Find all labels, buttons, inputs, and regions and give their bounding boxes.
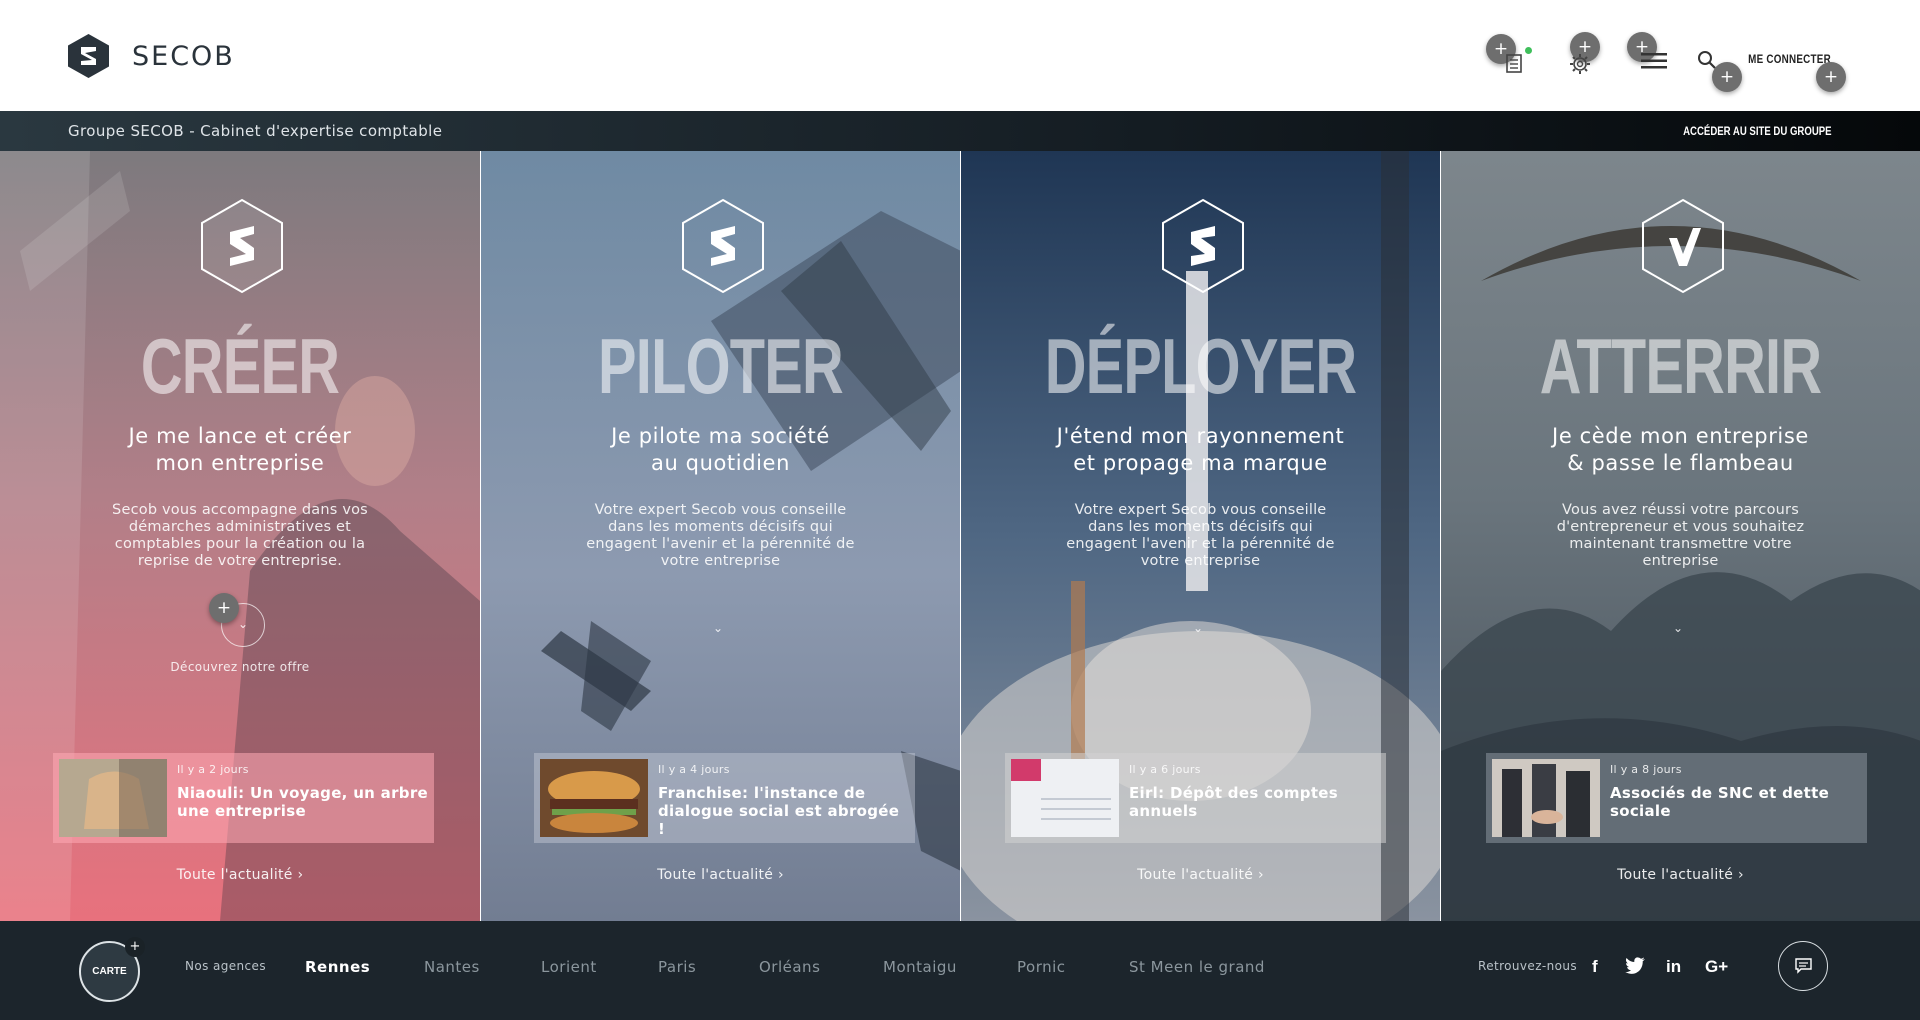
news-date: Il y a 4 jours [658, 763, 730, 776]
site-header: SECOB + + + + ME CONNECTER + [0, 0, 1920, 111]
brand-name: SECOB [132, 40, 235, 72]
agency-link-montaigu[interactable]: Montaigu [883, 958, 957, 976]
chevron-right-icon: › [777, 867, 784, 883]
panel-atterrir[interactable]: ATTERRIR Je cède mon entreprise & passe … [1440, 151, 1920, 921]
panel-subtitle: Je me lance et créer mon entreprise [128, 424, 352, 475]
chevron-right-icon: › [1737, 867, 1744, 883]
chat-button[interactable] [1778, 941, 1828, 991]
menu-icon[interactable] [1641, 52, 1667, 70]
chevron-right-icon: › [297, 867, 304, 883]
agency-link-paris[interactable]: Paris [658, 958, 696, 976]
document-icon[interactable] [1505, 52, 1525, 74]
panel-piloter[interactable]: PILOTER Je pilote ma société au quotidie… [480, 151, 960, 921]
plus-marker[interactable]: + [125, 937, 145, 957]
panel-subtitle: Je pilote ma société au quotidien [611, 424, 830, 475]
offer-panels: CRÉER Je me lance et créer mon entrepris… [0, 151, 1920, 921]
all-news-link[interactable]: Toute l'actualité › [961, 867, 1440, 883]
creer-logo-icon [201, 198, 283, 294]
panel-title: CRÉER [140, 322, 340, 410]
news-thumbnail [1011, 759, 1119, 837]
group-title: Groupe SECOB - Cabinet d'expertise compt… [68, 122, 443, 140]
panel-title: DÉPLOYER [1044, 322, 1357, 410]
group-site-link[interactable]: ACCÉDER AU SITE DU GROUPE [1684, 124, 1832, 138]
plus-marker[interactable]: + [209, 593, 239, 623]
all-news-link[interactable]: Toute l'actualité › [0, 867, 480, 883]
chat-icon [1795, 958, 1812, 974]
panel-description: Votre expert Secob vous conseille dans l… [586, 502, 855, 569]
google-plus-icon[interactable]: G+ [1705, 957, 1728, 977]
piloter-logo-icon [682, 198, 764, 294]
all-news-link[interactable]: Toute l'actualité › [481, 867, 960, 883]
gear-icon[interactable] [1569, 53, 1591, 75]
news-card[interactable]: Il y a 4 jours Franchise: l'instance de … [534, 753, 915, 843]
agencies-label: Nos agences [185, 959, 266, 973]
agency-link-pornic[interactable]: Pornic [1017, 958, 1066, 976]
linkedin-icon[interactable]: in [1666, 957, 1681, 977]
panel-title: PILOTER [598, 322, 844, 410]
news-thumbnail [59, 759, 167, 837]
agency-link-rennes[interactable]: Rennes [305, 958, 370, 976]
panel-subtitle: J'étend mon rayonnement et propage ma ma… [1056, 424, 1345, 475]
news-card[interactable]: Il y a 8 jours Associés de SNC et dette … [1486, 753, 1867, 843]
chevron-down-icon: ⌄ [238, 617, 249, 631]
agency-link-lorient[interactable]: Lorient [541, 958, 597, 976]
panel-description: Secob vous accompagne dans vos démarches… [112, 502, 368, 569]
facebook-icon[interactable]: f [1592, 957, 1598, 977]
news-title[interactable]: Eirl: Dépôt des comptes annuels [1129, 784, 1380, 820]
news-date: Il y a 2 jours [177, 763, 249, 776]
news-thumbnail [1492, 759, 1600, 837]
all-news-link[interactable]: Toute l'actualité › [1441, 867, 1920, 883]
agency-link-nantes[interactable]: Nantes [424, 958, 480, 976]
news-title[interactable]: Niaouli: Un voyage, un arbre une entrepr… [177, 784, 428, 820]
group-bar: Groupe SECOB - Cabinet d'expertise compt… [0, 111, 1920, 151]
agency-link-st-meen-le-grand[interactable]: St Meen le grand [1129, 958, 1265, 976]
chevron-right-icon: › [1257, 867, 1264, 883]
panel-subtitle: Je cède mon entreprise & passe le flambe… [1552, 424, 1809, 475]
news-card[interactable]: Il y a 2 jours Niaouli: Un voyage, un ar… [53, 753, 434, 843]
panel-title: ATTERRIR [1539, 322, 1822, 410]
chevron-down-icon[interactable]: ⌄ [1193, 621, 1203, 635]
follow-us-label: Retrouvez-nous [1478, 959, 1578, 973]
plus-marker[interactable]: + [1816, 62, 1846, 92]
login-link[interactable]: ME CONNECTER [1748, 52, 1831, 66]
news-title[interactable]: Associés de SNC et dette sociale [1610, 784, 1861, 820]
news-thumbnail [540, 759, 648, 837]
discover-offer-label[interactable]: Découvrez notre offre [0, 660, 480, 674]
panel-creer[interactable]: CRÉER Je me lance et créer mon entrepris… [0, 151, 480, 921]
panel-description: Vous avez réussi votre parcours d'entrep… [1556, 502, 1805, 569]
deployer-logo-icon [1162, 198, 1244, 294]
panel-description: Votre expert Secob vous conseille dans l… [1066, 502, 1335, 569]
news-date: Il y a 6 jours [1129, 763, 1201, 776]
agency-link-orleans[interactable]: Orléans [759, 958, 820, 976]
atterrir-logo-icon [1642, 198, 1724, 294]
site-logo[interactable]: SECOB [67, 33, 235, 79]
chevron-down-icon[interactable]: ⌄ [1673, 621, 1683, 635]
twitter-icon[interactable] [1625, 957, 1645, 978]
chevron-down-icon[interactable]: ⌄ [713, 621, 723, 635]
news-title[interactable]: Franchise: l'instance de dialogue social… [658, 784, 909, 838]
plus-marker[interactable]: + [1712, 62, 1742, 92]
secob-logo-icon [68, 34, 109, 78]
panel-deployer[interactable]: DÉPLOYER J'étend mon rayonnement et prop… [960, 151, 1440, 921]
notification-dot [1525, 47, 1532, 54]
news-card[interactable]: Il y a 6 jours Eirl: Dépôt des comptes a… [1005, 753, 1386, 843]
news-date: Il y a 8 jours [1610, 763, 1682, 776]
site-footer: CARTE + Nos agences Rennes Nantes Lorien… [0, 921, 1920, 1020]
